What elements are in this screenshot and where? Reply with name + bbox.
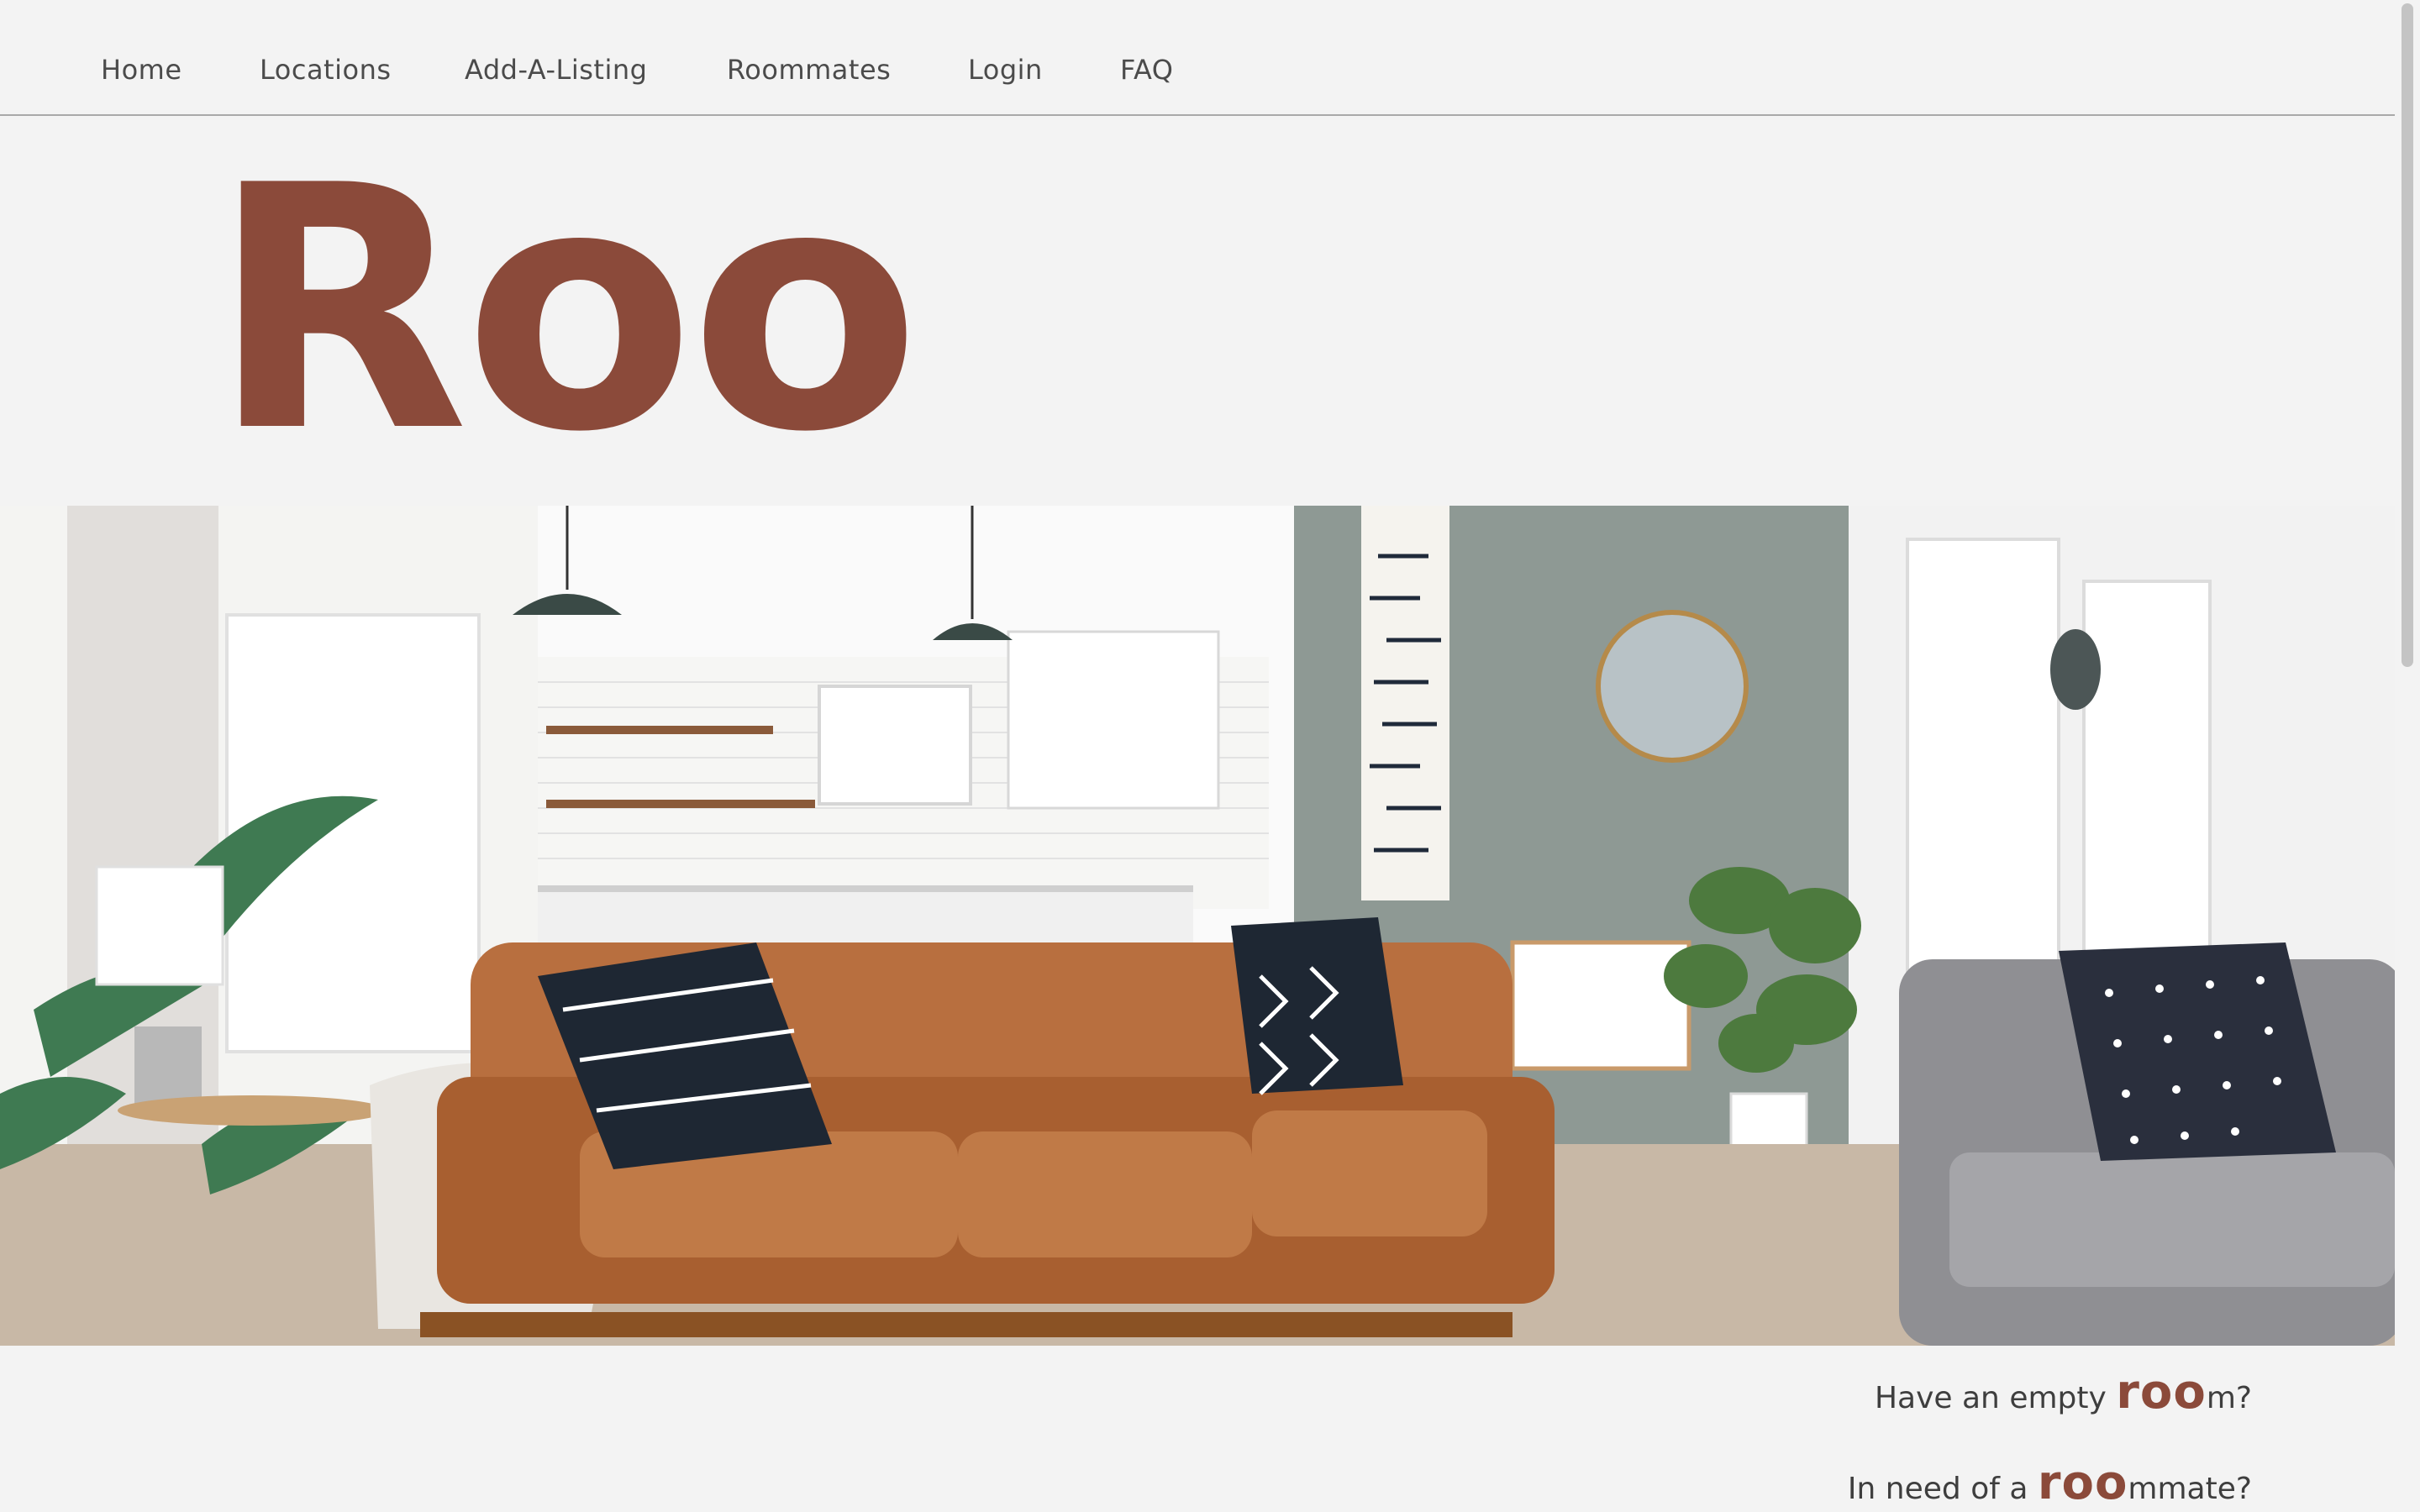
scrollbar-thumb[interactable] [2402, 3, 2413, 667]
nav-login-link[interactable]: Login [968, 54, 1043, 86]
tagline-need-roommate-after: mmate? [2128, 1472, 2252, 1506]
tagline-empty-room-accent: roo [2116, 1365, 2207, 1420]
nav-faq-link[interactable]: FAQ [1120, 54, 1173, 86]
main-nav: Home Locations Add-A-Listing Roommates L… [0, 0, 2395, 116]
hero-banner-image [0, 506, 2395, 1346]
nav-add-listing-link[interactable]: Add-A-Listing [465, 54, 647, 86]
tagline-empty-room: Have an empty room? [1875, 1365, 2252, 1420]
tagline-need-roommate-before: In need of a [1847, 1472, 2038, 1506]
hero-title: Roo [210, 115, 921, 506]
nav-locations-link[interactable]: Locations [260, 54, 392, 86]
page-scrollbar[interactable] [2395, 0, 2420, 1512]
tagline-need-roommate-accent: roo [2037, 1456, 2128, 1510]
tagline-need-roommate: In need of a roommate? [1848, 1456, 2252, 1510]
nav-list: Home Locations Add-A-Listing Roommates L… [0, 0, 2395, 114]
tagline-empty-room-before: Have an empty [1874, 1381, 2117, 1415]
tagline-empty-room-after: m? [2206, 1381, 2252, 1415]
nav-home-link[interactable]: Home [101, 54, 182, 86]
nav-roommates-link[interactable]: Roommates [727, 54, 891, 86]
